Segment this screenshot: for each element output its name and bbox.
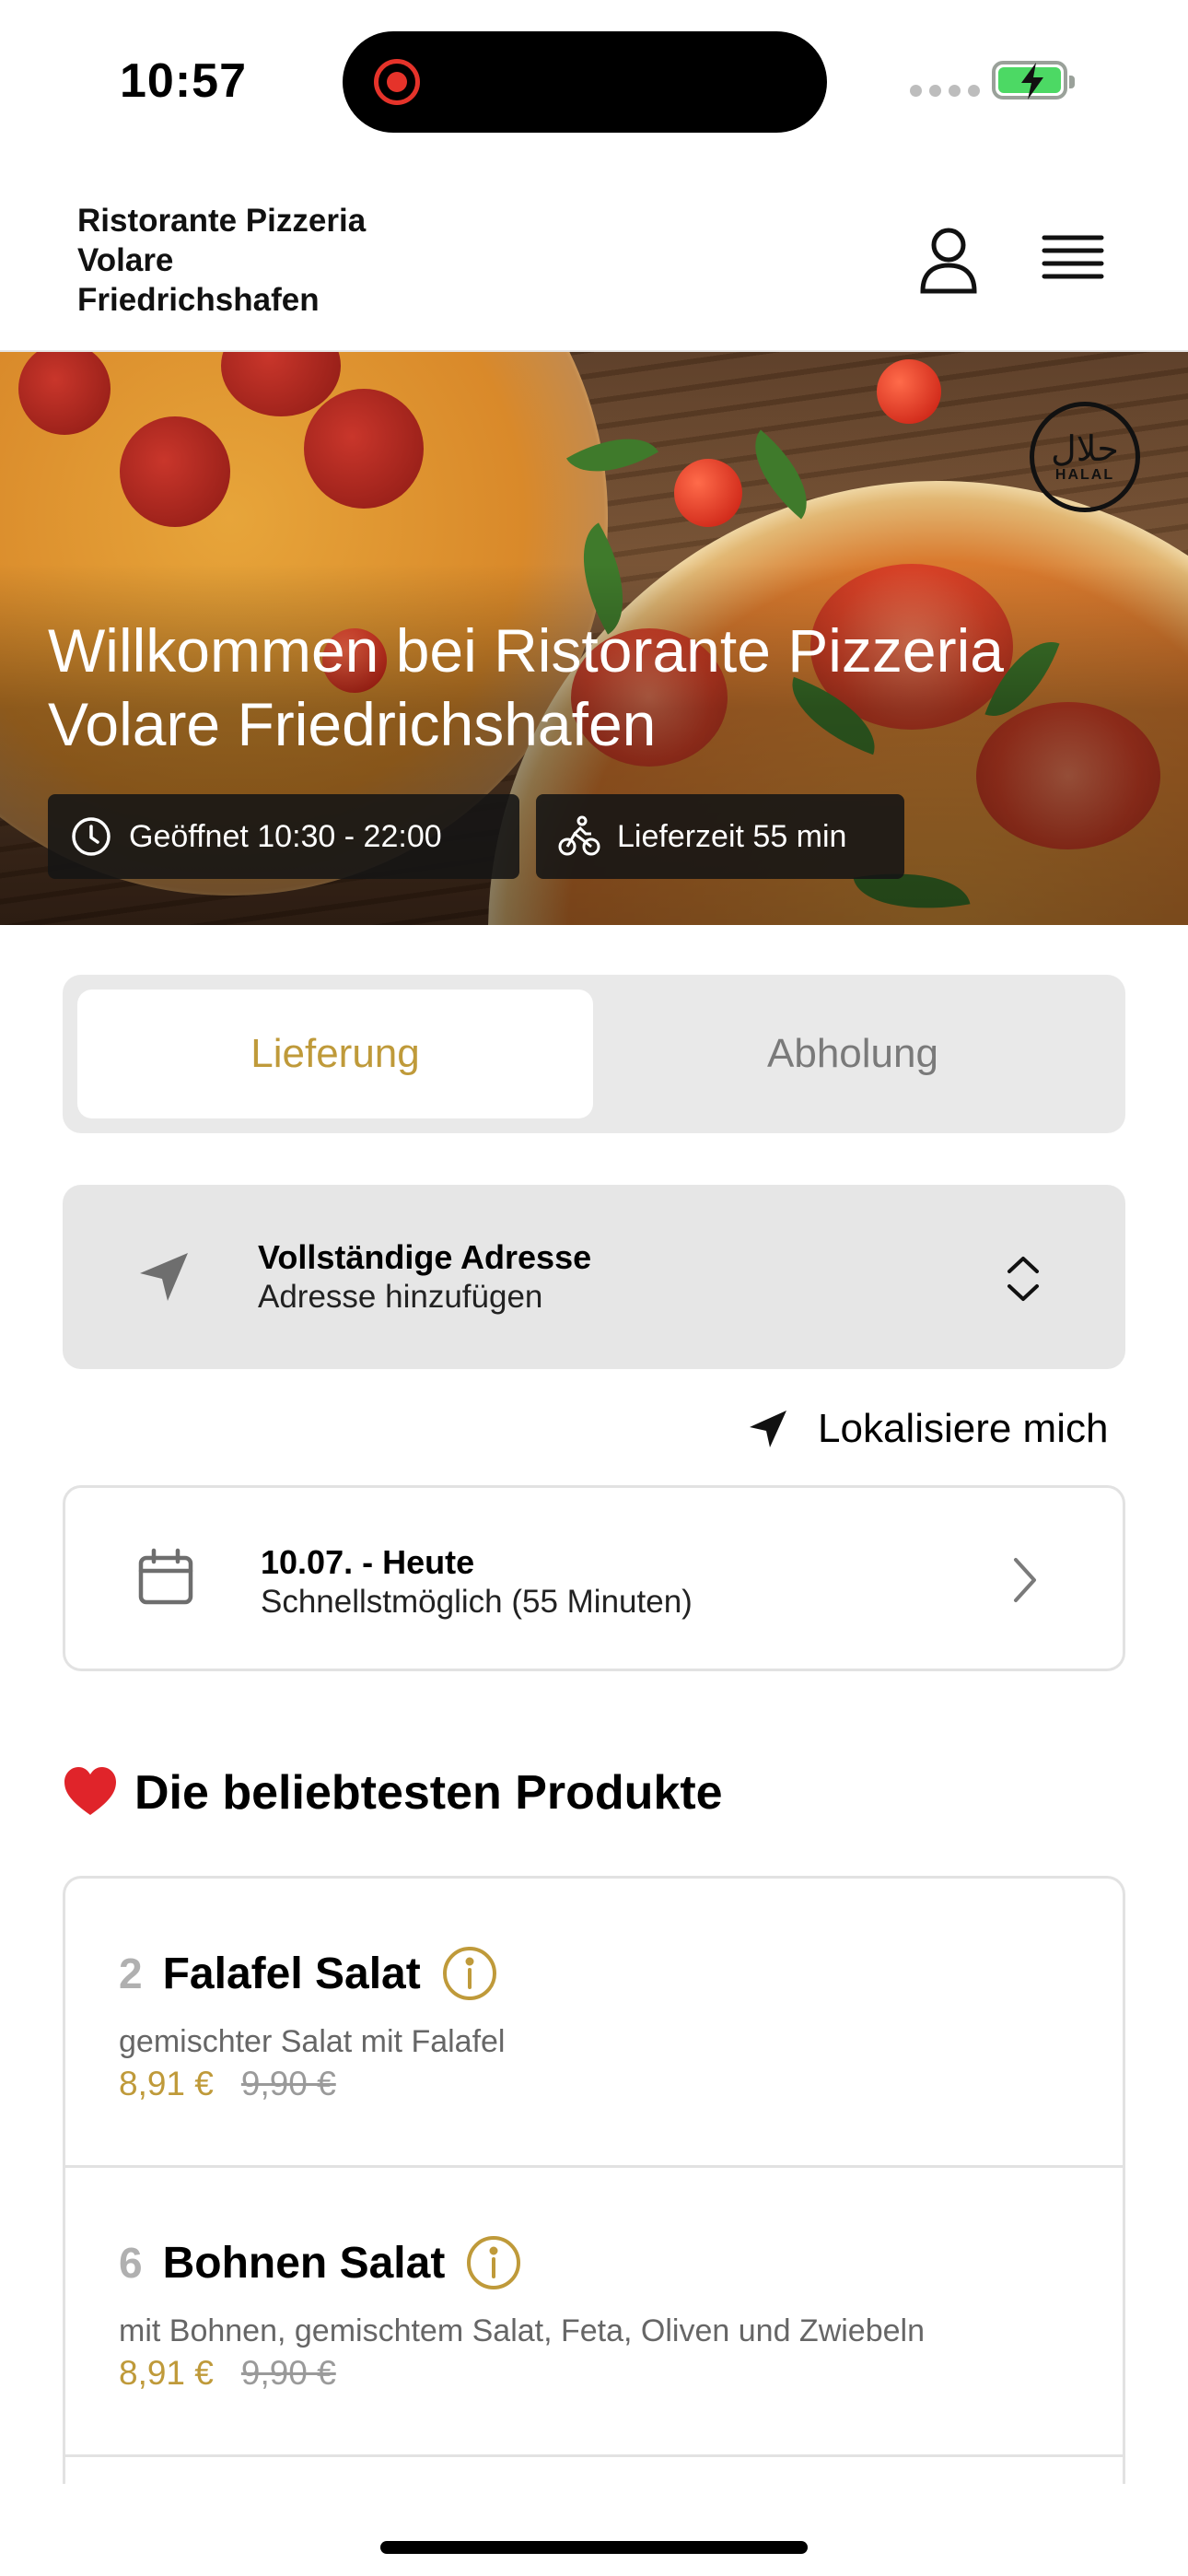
status-bar: 10:57 (0, 0, 1188, 157)
product-price: 8,91 € (119, 2065, 214, 2102)
signal-icon (910, 85, 980, 97)
product-name: Bohnen Salat (162, 2238, 446, 2288)
restaurant-name[interactable]: Ristorante Pizzeria Volare Friedrichshaf… (77, 201, 464, 320)
clock-icon (72, 817, 111, 856)
list-item[interactable]: 6 Bohnen Salat mit Bohnen, gemischtem Sa… (65, 2168, 1123, 2457)
bottom-safe-area (0, 2484, 1188, 2576)
address-selector[interactable]: Vollständige Adresse Adresse hinzufügen (63, 1185, 1125, 1369)
user-icon[interactable] (912, 223, 985, 297)
chevron-right-icon (1007, 1552, 1043, 1612)
tab-pickup[interactable]: Abholung (595, 989, 1111, 1118)
opening-hours-chip: Geöffnet 10:30 - 22:00 (48, 794, 519, 879)
halal-badge-icon: حلال HALAL (1030, 402, 1140, 512)
order-mode-toggle: Lieferung Abholung (63, 975, 1125, 1133)
list-item[interactable]: 2 Falafel Salat gemischter Salat mit Fal… (65, 1879, 1123, 2168)
date-title: 10.07. - Heute (261, 1543, 475, 1581)
product-number: 2 (119, 1950, 143, 1997)
app-header: Ristorante Pizzeria Volare Friedrichshaf… (0, 157, 1188, 352)
menu-icon[interactable] (1041, 228, 1105, 293)
recording-icon (374, 59, 420, 105)
navigation-arrow-icon (750, 1411, 786, 1447)
product-list: 2 Falafel Salat gemischter Salat mit Fal… (63, 1876, 1125, 2576)
product-name: Falafel Salat (162, 1949, 421, 1998)
heart-icon (64, 1767, 116, 1815)
tab-delivery[interactable]: Lieferung (77, 989, 593, 1118)
delivery-time-selector[interactable]: 10.07. - Heute Schnellstmöglich (55 Minu… (63, 1485, 1125, 1671)
location-arrow-icon (134, 1247, 193, 1311)
dynamic-island (343, 31, 827, 133)
home-indicator[interactable] (380, 2541, 808, 2554)
popular-products-heading: Die beliebtesten Produkte (63, 1765, 723, 1821)
hero-banner: حلال HALAL Willkommen bei Ristorante Piz… (0, 352, 1188, 925)
info-icon[interactable] (465, 2234, 522, 2291)
info-icon[interactable] (441, 1945, 498, 2002)
product-number: 6 (119, 2239, 143, 2287)
delivery-time-chip: Lieferzeit 55 min (536, 794, 904, 879)
product-old-price: 9,90 € (240, 2354, 336, 2392)
product-old-price: 9,90 € (240, 2065, 336, 2102)
battery-icon (992, 61, 1075, 100)
address-subtitle: Adresse hinzufügen (258, 1279, 543, 1315)
product-price: 8,91 € (119, 2354, 214, 2392)
product-description: mit Bohnen, gemischtem Salat, Feta, Oliv… (119, 2313, 925, 2348)
chevron-up-down-icon (1002, 1249, 1044, 1313)
welcome-title: Willkommen bei Ristorante Pizzeria Volar… (48, 616, 1004, 758)
status-time: 10:57 (120, 54, 247, 108)
date-subtitle: Schnellstmöglich (55 Minuten) (261, 1584, 693, 1620)
calendar-icon (135, 1547, 196, 1612)
locate-me-button[interactable]: Lokalisiere mich (746, 1399, 1133, 1459)
bicycle-rider-icon (558, 815, 600, 856)
address-title: Vollständige Adresse (258, 1238, 592, 1276)
product-description: gemischter Salat mit Falafel (119, 2024, 506, 2059)
